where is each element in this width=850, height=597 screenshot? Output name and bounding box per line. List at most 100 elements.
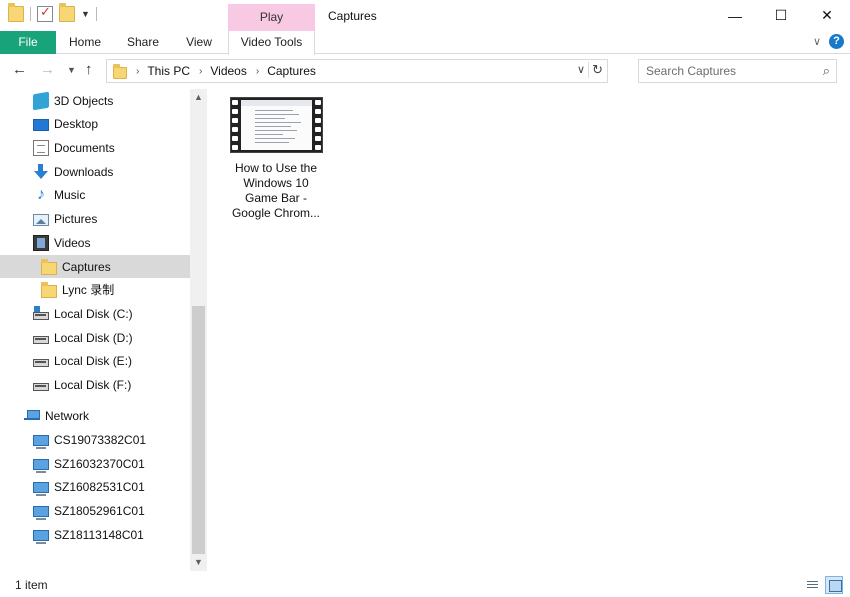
sidebar-item-computer[interactable]: SZ16032370C01: [0, 452, 190, 475]
close-button[interactable]: ✕: [804, 0, 850, 31]
expand-ribbon-icon[interactable]: ∨: [813, 35, 821, 48]
computer-icon: [33, 458, 49, 473]
search-icon[interactable]: ⌕: [823, 63, 830, 79]
up-arrow-icon[interactable]: ↑: [85, 61, 93, 78]
chevron-right-icon[interactable]: ›: [199, 66, 202, 77]
sidebar-item-pictures[interactable]: Pictures: [0, 207, 190, 230]
folder-icon: [41, 281, 57, 298]
navigation-pane-scrollbar[interactable]: ▲ ▼: [190, 89, 207, 571]
sidebar-item-3d-objects[interactable]: 3D Objects: [0, 89, 190, 112]
sidebar-item-local-disk-f[interactable]: Local Disk (F:): [0, 373, 190, 396]
sidebar-item-downloads[interactable]: Downloads: [0, 160, 190, 183]
file-name: How to Use the Windows 10 Game Bar - Goo…: [231, 161, 321, 220]
chevron-right-icon[interactable]: ›: [136, 66, 139, 77]
sidebar-item-label: SZ16082531C01: [54, 479, 145, 494]
toolbar-separator: [95, 7, 97, 21]
toolbar-separator: [30, 7, 31, 21]
video-file-icon: [229, 97, 323, 153]
sidebar-item-captures[interactable]: Captures: [0, 255, 190, 278]
sidebar-item-label: Lync 录制: [62, 283, 115, 297]
large-icons-view-icon[interactable]: [825, 576, 843, 594]
3d-objects-icon: [33, 91, 49, 110]
customize-toolbar-icon[interactable]: ▼: [81, 9, 90, 19]
folder-icon: [8, 3, 24, 22]
play-contextual-tab-header: Play: [228, 4, 315, 31]
sidebar-item-music[interactable]: ♪ Music: [0, 183, 190, 206]
sidebar-item-label: Pictures: [54, 211, 98, 226]
sidebar-item-documents[interactable]: Documents: [0, 136, 190, 159]
chevron-right-icon[interactable]: ›: [256, 66, 259, 77]
film-sprocket: [314, 100, 322, 150]
sidebar-item-computer[interactable]: CS19073382C01: [0, 428, 190, 451]
sidebar-item-label: CS19073382C01: [54, 432, 147, 447]
address-bar[interactable]: › This PC › Videos › Captures ∨ ↻: [106, 59, 608, 83]
forward-arrow-icon[interactable]: →: [40, 61, 55, 78]
tab-home[interactable]: Home: [56, 31, 114, 54]
sidebar-item-label: Documents: [54, 140, 115, 155]
film-sprocket: [231, 100, 239, 150]
sidebar-item-label: Network: [45, 408, 90, 423]
window-controls: — ☐ ✕: [712, 0, 850, 31]
documents-icon: [33, 139, 49, 156]
sidebar-item-lync-recordings[interactable]: Lync 录制: [0, 278, 190, 301]
navigation-pane: 3D Objects Desktop Documents Downloads ♪…: [0, 89, 190, 571]
breadcrumb-captures[interactable]: Captures: [267, 64, 316, 78]
scrollbar-thumb[interactable]: [192, 306, 205, 554]
chevron-down-icon[interactable]: ∨: [577, 63, 585, 76]
music-icon: ♪: [37, 185, 45, 203]
computer-icon: [33, 481, 49, 496]
desktop-icon: [33, 118, 49, 131]
breadcrumb-videos[interactable]: Videos: [210, 64, 246, 78]
search-box[interactable]: ⌕: [638, 59, 837, 83]
maximize-button[interactable]: ☐: [758, 0, 804, 31]
quick-access-toolbar: ▼: [8, 3, 97, 22]
sidebar-item-local-disk-e[interactable]: Local Disk (E:): [0, 349, 190, 372]
sidebar-item-desktop[interactable]: Desktop: [0, 112, 190, 135]
recent-locations-icon[interactable]: ▼: [67, 65, 76, 75]
sidebar-item-local-disk-d[interactable]: Local Disk (D:): [0, 326, 190, 349]
sidebar-item-label: SZ16032370C01: [54, 456, 145, 471]
ribbon-tabs: File Home Share View Video Tools ∨ ?: [0, 31, 850, 55]
help-icon[interactable]: ?: [829, 34, 844, 49]
navigation-bar: ← → ▼ ↑ › This PC › Videos › Captures ∨ …: [0, 59, 850, 84]
sidebar-item-computer[interactable]: SZ18113148C01: [0, 523, 190, 546]
sidebar-item-videos[interactable]: Videos: [0, 231, 190, 254]
sidebar-item-label: 3D Objects: [54, 93, 114, 108]
sidebar-item-computer[interactable]: SZ18052961C01: [0, 499, 190, 522]
sidebar-item-local-disk-c[interactable]: Local Disk (C:): [0, 302, 190, 325]
pictures-icon: [33, 213, 49, 226]
videos-icon: [33, 234, 49, 251]
window-title: Captures: [328, 9, 377, 23]
search-input[interactable]: [639, 64, 809, 78]
ribbon-controls: ∨ ?: [813, 34, 844, 49]
new-folder-icon[interactable]: [59, 3, 75, 22]
tab-video-tools[interactable]: Video Tools: [228, 31, 315, 55]
properties-icon[interactable]: [37, 4, 53, 22]
scroll-down-icon[interactable]: ▼: [190, 554, 207, 571]
disk-icon: [33, 383, 49, 391]
breadcrumb-this-pc[interactable]: This PC: [147, 64, 190, 78]
sidebar-item-label: Local Disk (E:): [54, 353, 133, 368]
sidebar-item-computer[interactable]: SZ16082531C01: [0, 475, 190, 498]
computer-icon: [33, 529, 49, 544]
sidebar-item-label: SZ18052961C01: [54, 503, 145, 518]
folder-icon: [41, 258, 57, 275]
tab-view[interactable]: View: [172, 31, 226, 54]
disk-icon: [33, 359, 49, 367]
sidebar-item-label: Local Disk (C:): [54, 306, 133, 321]
tab-share[interactable]: Share: [114, 31, 172, 54]
file-list[interactable]: How to Use the Windows 10 Game Bar - Goo…: [215, 89, 850, 571]
disk-icon: [33, 336, 49, 344]
tab-file[interactable]: File: [0, 31, 56, 54]
scroll-up-icon[interactable]: ▲: [190, 89, 207, 106]
details-view-icon[interactable]: [803, 576, 821, 594]
minimize-button[interactable]: —: [712, 0, 758, 31]
folder-icon: [113, 63, 127, 79]
video-thumbnail: [240, 100, 312, 150]
disk-icon: [33, 306, 49, 320]
sidebar-item-label: Downloads: [54, 164, 114, 179]
back-arrow-icon[interactable]: ←: [12, 61, 27, 78]
file-item[interactable]: How to Use the Windows 10 Game Bar - Goo…: [228, 97, 324, 221]
refresh-icon[interactable]: ↻: [588, 62, 603, 78]
sidebar-item-network[interactable]: Network: [0, 404, 190, 427]
